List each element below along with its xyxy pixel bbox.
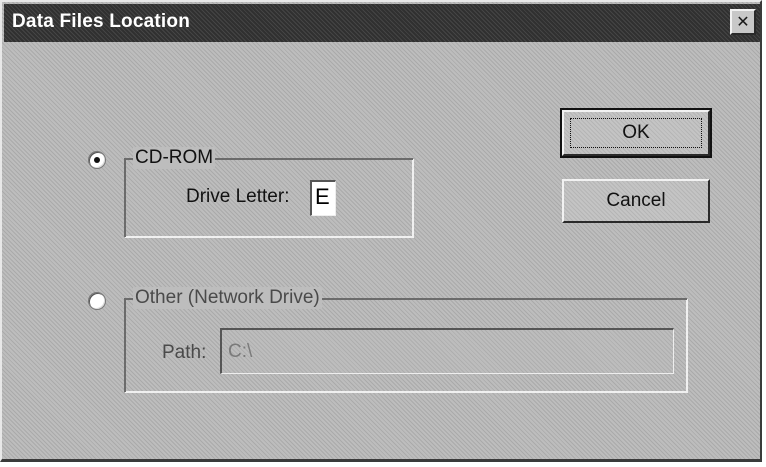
cancel-button-label: Cancel: [606, 190, 666, 211]
dialog-window: Data Files Location ✕ OK Cancel CD-ROM D…: [0, 0, 762, 462]
close-button[interactable]: ✕: [730, 9, 756, 35]
ok-button[interactable]: OK: [560, 108, 712, 158]
radio-selected-icon: [94, 157, 100, 163]
cdrom-legend[interactable]: CD-ROM: [133, 147, 216, 169]
focus-ring: [570, 118, 702, 148]
drive-letter-input[interactable]: E: [310, 180, 336, 216]
other-radio[interactable]: [88, 292, 106, 310]
other-legend[interactable]: Other (Network Drive): [133, 287, 322, 309]
drive-letter-label: Drive Letter:: [186, 186, 290, 207]
path-input[interactable]: C:\: [220, 328, 674, 374]
close-icon: ✕: [736, 12, 750, 31]
path-label: Path:: [162, 342, 207, 363]
cdrom-radio[interactable]: [88, 151, 106, 169]
cancel-button[interactable]: Cancel: [562, 179, 710, 223]
window-title: Data Files Location: [12, 11, 191, 32]
title-bar[interactable]: Data Files Location ✕: [4, 4, 760, 42]
